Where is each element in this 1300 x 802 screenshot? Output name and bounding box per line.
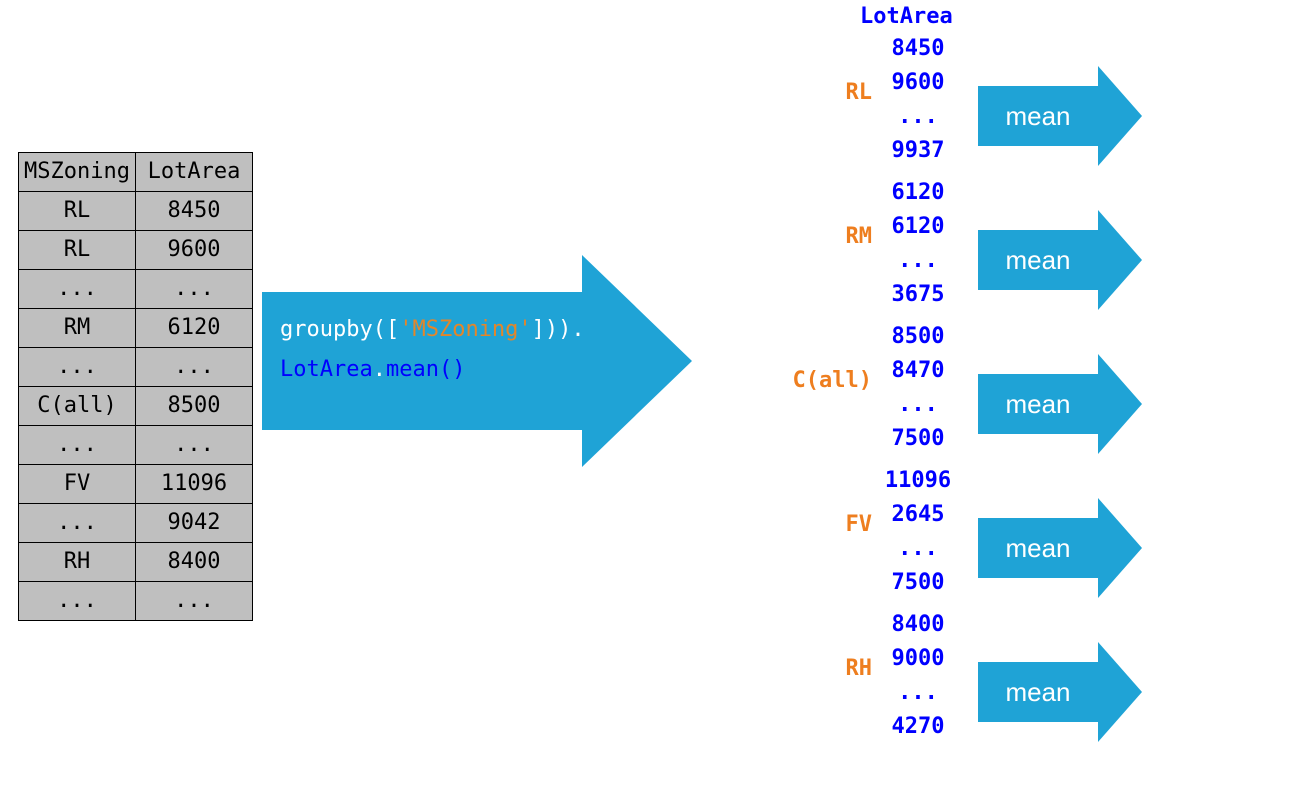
- group-label: FV: [788, 512, 872, 537]
- mean-arrow: mean: [978, 642, 1142, 742]
- group-values: 84009000...4270: [882, 608, 954, 744]
- group-label: C(all): [788, 368, 872, 393]
- table-row: FV11096: [19, 465, 253, 504]
- group-values: 84509600...9937: [882, 32, 954, 168]
- code-snippet: groupby(['MSZoning'])). LotArea.mean(): [280, 310, 582, 390]
- mean-arrow: mean: [978, 210, 1142, 310]
- table-header: MSZoning: [19, 153, 136, 192]
- mean-label: mean: [978, 518, 1098, 578]
- transform-arrow: groupby(['MSZoning'])). LotArea.mean(): [262, 255, 692, 467]
- table-row: C(all)8500: [19, 387, 253, 426]
- mean-arrow: mean: [978, 354, 1142, 454]
- mean-arrow: mean: [978, 66, 1142, 166]
- group-values: 85008470...7500: [882, 320, 954, 456]
- source-table: MSZoning LotArea RL8450 RL9600 ...... RM…: [18, 152, 253, 621]
- group-label: RL: [788, 80, 872, 105]
- table-row: ......: [19, 582, 253, 621]
- table-row: ...9042: [19, 504, 253, 543]
- group-values: 110962645...7500: [882, 464, 954, 600]
- mean-arrow: mean: [978, 498, 1142, 598]
- group-values: 61206120...3675: [882, 176, 954, 312]
- mean-label: mean: [978, 374, 1098, 434]
- table-row: ......: [19, 426, 253, 465]
- group-label: RH: [788, 656, 872, 681]
- table-row: RL9600: [19, 231, 253, 270]
- mean-label: mean: [978, 86, 1098, 146]
- groups-header: LotArea: [860, 4, 953, 29]
- mean-label: mean: [978, 230, 1098, 290]
- group-label: RM: [788, 224, 872, 249]
- table-row: RM6120: [19, 309, 253, 348]
- mean-label: mean: [978, 662, 1098, 722]
- table-header: LotArea: [136, 153, 253, 192]
- table-row: ......: [19, 348, 253, 387]
- table-row: ......: [19, 270, 253, 309]
- table-row: RL8450: [19, 192, 253, 231]
- table-row: RH8400: [19, 543, 253, 582]
